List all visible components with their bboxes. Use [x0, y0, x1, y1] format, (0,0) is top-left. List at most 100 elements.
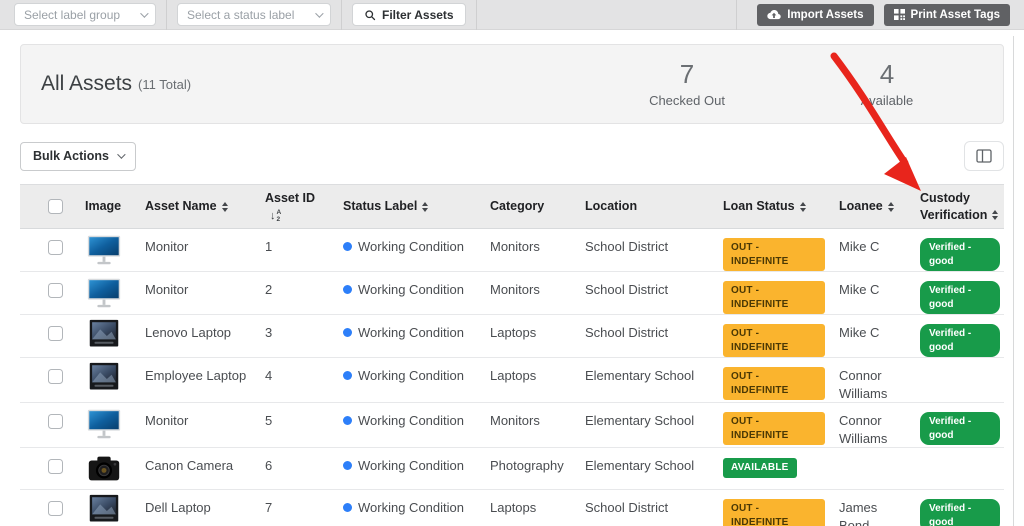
column-header-id[interactable]: Asset ID ↓ A 2 — [255, 184, 333, 229]
divider — [475, 0, 477, 30]
column-header-label: Asset Name — [145, 199, 217, 214]
status-label-cell: Working Condition — [333, 314, 480, 358]
table-row: Monitor 2 Working Condition Monitors School … — [20, 271, 1004, 315]
asset-id-cell: 7 — [255, 489, 333, 526]
column-header-label: Image — [85, 199, 122, 214]
asset-name-cell: Dell Laptop — [135, 489, 255, 526]
asset-name-cell: Monitor — [135, 228, 255, 272]
status-label-cell: Working Condition — [333, 357, 480, 404]
location-cell: Elementary School — [575, 447, 713, 491]
column-header-loanee[interactable]: Loanee — [829, 184, 910, 229]
label-group-select[interactable]: Select label group — [14, 3, 156, 26]
search-icon — [365, 9, 376, 20]
status-label-select[interactable]: Select a status label — [177, 3, 331, 26]
loan-status-cell: OUT - INDEFINITE — [713, 402, 829, 449]
location-cell: Elementary School — [575, 357, 713, 404]
asset-thumbnail[interactable] — [85, 405, 135, 443]
asset-thumbnail[interactable] — [85, 274, 135, 312]
stat-available: 4 Available — [803, 59, 971, 109]
bulk-actions-button[interactable]: Bulk Actions — [20, 141, 136, 171]
row-select-cell — [20, 402, 64, 449]
custody-badge: Verified - good — [920, 499, 1000, 526]
sort-toggle-icon[interactable] — [887, 201, 894, 212]
asset-thumbnail[interactable] — [85, 231, 135, 269]
divider — [736, 0, 738, 30]
category-cell: Laptops — [480, 314, 575, 358]
asset-id-cell: 1 — [255, 228, 333, 272]
row-checkbox[interactable] — [48, 369, 63, 384]
status-dot-icon — [343, 461, 352, 471]
filter-assets-button[interactable]: Filter Assets — [352, 3, 466, 26]
row-select-cell — [20, 357, 64, 404]
table-row: Lenovo Laptop 3 Working Condition Laptops Sc… — [20, 314, 1004, 358]
loanee-cell: Mike C — [829, 228, 910, 272]
column-header-label: Custody Verification — [920, 190, 988, 222]
row-checkbox[interactable] — [48, 240, 63, 255]
row-checkbox[interactable] — [48, 459, 63, 475]
loan-status-cell: OUT - INDEFINITE — [713, 489, 829, 526]
row-checkbox[interactable] — [48, 501, 63, 517]
loan-status-badge: OUT - INDEFINITE — [723, 412, 825, 446]
print-asset-tags-label: Print Asset Tags — [910, 8, 1000, 21]
asset-name-cell: Lenovo Laptop — [135, 314, 255, 358]
select-all-checkbox[interactable] — [48, 199, 63, 214]
import-assets-button[interactable]: Import Assets — [757, 3, 874, 26]
category-cell: Monitors — [480, 271, 575, 315]
column-header-status[interactable]: Status Label — [333, 184, 480, 229]
row-select-cell — [20, 228, 64, 272]
asset-id-cell: 3 — [255, 314, 333, 358]
table-row: Monitor 1 Working Condition Monitors School … — [20, 228, 1004, 272]
asset-image-cell — [64, 228, 135, 272]
status-dot-icon — [343, 416, 352, 426]
sort-toggle-icon[interactable] — [992, 210, 999, 221]
row-checkbox[interactable] — [48, 414, 63, 430]
row-checkbox[interactable] — [48, 283, 63, 298]
column-header-name[interactable]: Asset Name — [135, 184, 255, 229]
location-cell: School District — [575, 228, 713, 272]
sort-numeric-icon[interactable]: ↓ A 2 — [270, 209, 281, 224]
panel-edge-divider — [1013, 36, 1014, 526]
asset-name-cell: Canon Camera — [135, 447, 255, 491]
custody-cell: Verified - good — [910, 228, 1004, 272]
column-header-label: Status Label — [343, 199, 418, 214]
status-label-cell: Working Condition — [333, 402, 480, 449]
print-asset-tags-button[interactable]: Print Asset Tags — [883, 3, 1010, 26]
asset-thumbnail[interactable] — [85, 317, 135, 355]
column-header-location: Location — [575, 184, 713, 229]
category-cell: Laptops — [480, 357, 575, 404]
filter-bar: Select label group Select a status label… — [0, 0, 1024, 30]
column-header-loan[interactable]: Loan Status — [713, 184, 829, 229]
loan-status-badge: OUT - INDEFINITE — [723, 499, 825, 526]
custody-cell: Verified - good — [910, 489, 1004, 526]
asset-image-cell — [64, 314, 135, 358]
columns-icon — [976, 149, 992, 163]
loan-status-badge: OUT - INDEFINITE — [723, 367, 825, 400]
sort-toggle-icon[interactable] — [221, 201, 228, 212]
asset-image-cell — [64, 271, 135, 315]
column-settings-button[interactable] — [964, 141, 1004, 171]
loan-status-cell: OUT - INDEFINITE — [713, 271, 829, 315]
asset-thumbnail[interactable] — [85, 492, 135, 526]
table-header-row: Image Asset Name Asset ID ↓ A 2 Status Label Ca… — [20, 184, 1004, 229]
loan-status-cell: AVAILABLE — [713, 447, 829, 491]
row-checkbox[interactable] — [48, 326, 63, 341]
sort-toggle-icon[interactable] — [422, 201, 429, 212]
filter-assets-label: Filter Assets — [382, 7, 454, 22]
asset-thumbnail[interactable] — [85, 360, 135, 398]
asset-thumbnail[interactable] — [85, 450, 135, 488]
loan-status-badge: AVAILABLE — [723, 458, 797, 478]
sort-toggle-icon[interactable] — [799, 201, 806, 212]
stat-available-label: Available — [860, 93, 914, 109]
status-label-cell: Working Condition — [333, 271, 480, 315]
column-header-custody[interactable]: Custody Verification — [910, 184, 1004, 229]
loanee-cell: James Bond — [829, 489, 910, 526]
loan-status-cell: OUT - INDEFINITE — [713, 314, 829, 358]
column-header-select[interactable] — [20, 184, 64, 229]
asset-image-cell — [64, 447, 135, 491]
custody-badge: Verified - good — [920, 238, 1000, 271]
column-header-label: Location — [585, 199, 638, 214]
loanee-cell: Mike C — [829, 314, 910, 358]
chevron-down-icon — [117, 150, 126, 159]
column-header-label: Asset ID — [265, 190, 316, 205]
custody-cell: Verified - good — [910, 314, 1004, 358]
